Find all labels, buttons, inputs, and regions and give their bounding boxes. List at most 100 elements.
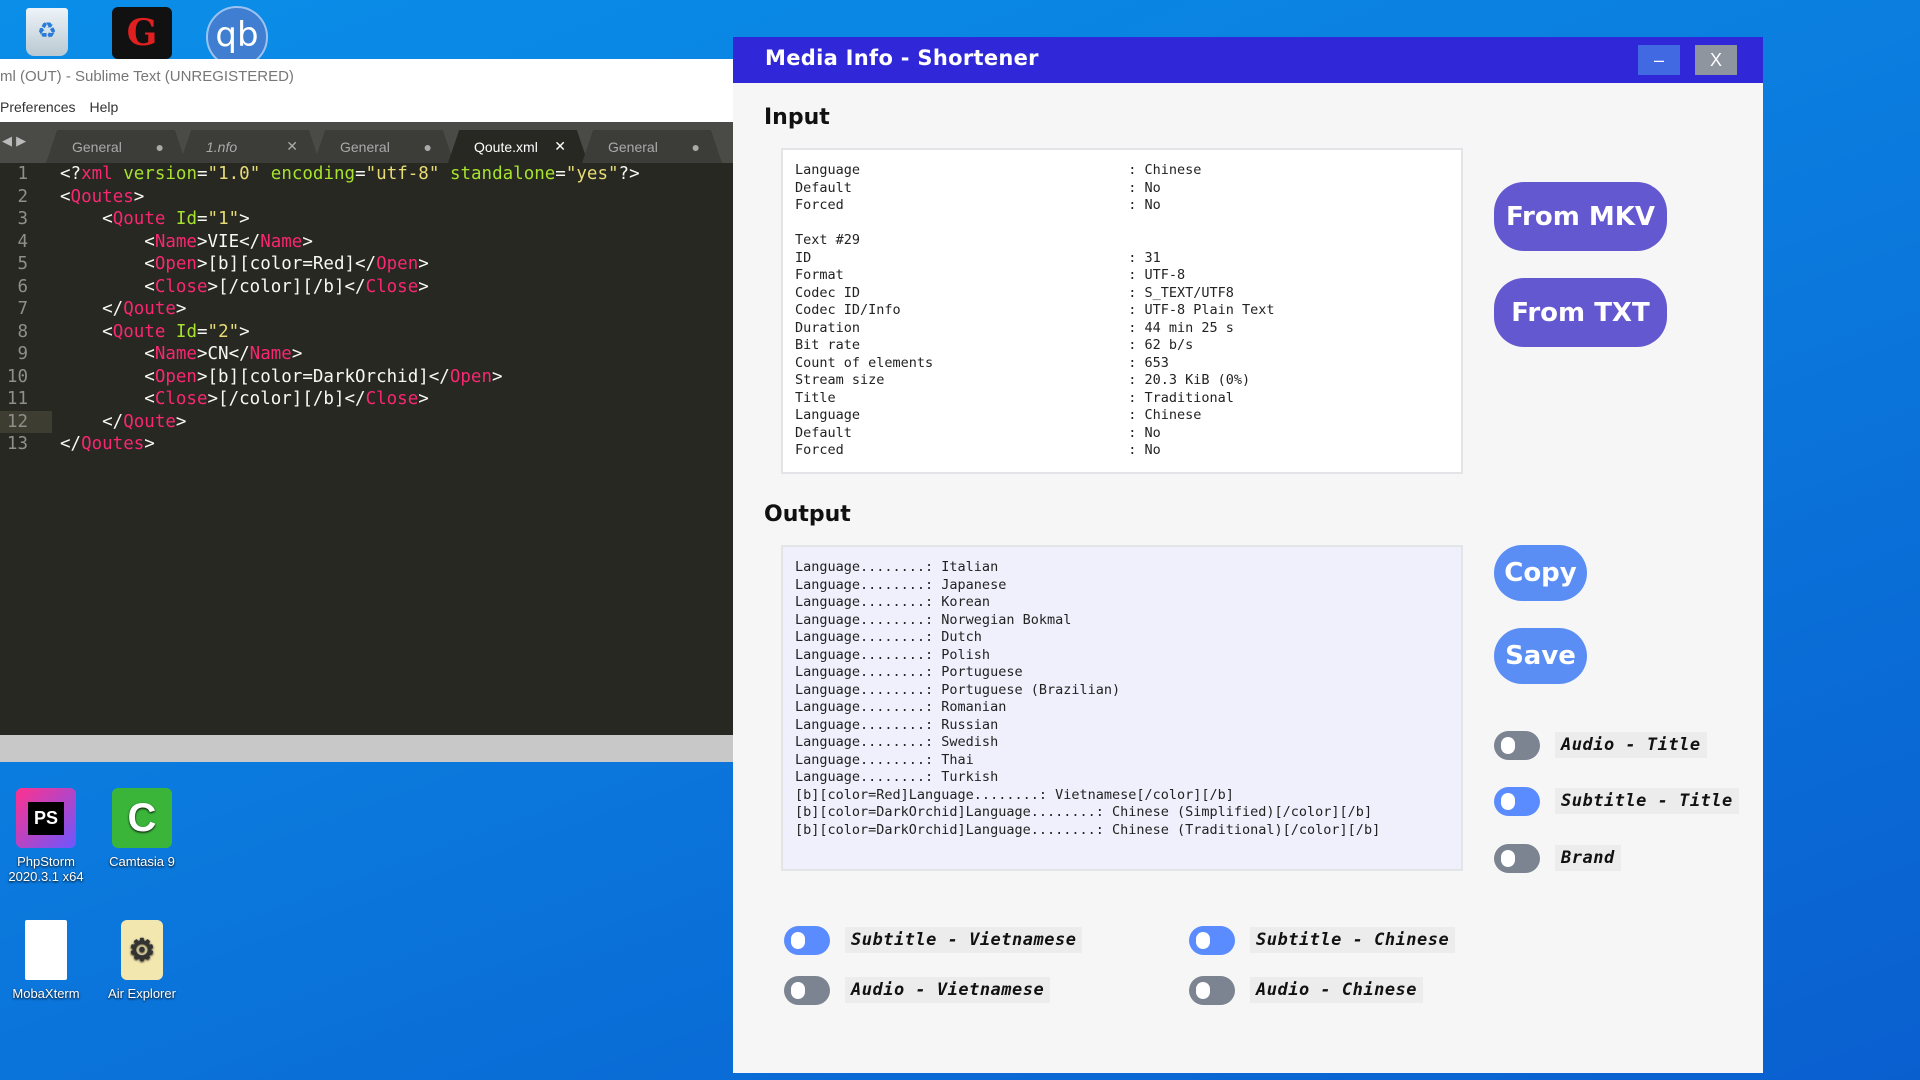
desktop-icon-phpstorm[interactable]: PS PhpStorm 2020.3.1 x64	[1, 788, 91, 884]
code-token: "1"	[207, 209, 240, 229]
code-token: >[/color][/b]</	[207, 389, 366, 409]
desktop-icon-mobaxterm[interactable]: MobaXterm	[1, 920, 91, 1001]
tab-general[interactable]: General ●	[46, 130, 186, 163]
code-token: "utf-8"	[365, 164, 440, 184]
unsaved-dot-icon[interactable]: ●	[692, 139, 700, 155]
unsaved-dot-icon[interactable]: ●	[424, 139, 432, 155]
code-token: xml	[81, 164, 113, 184]
air-explorer-icon: ⚙	[121, 920, 163, 980]
icon-label: Camtasia 9	[109, 854, 175, 869]
tab-label: Qoute.xml	[474, 138, 538, 155]
code-token: >[b][color=DarkOrchid]</	[196, 366, 450, 387]
code-token: Qoute	[112, 209, 166, 229]
code-token: "yes"	[565, 164, 619, 184]
tab-scroll-arrows-icon[interactable]: ◀ ▶	[2, 134, 26, 149]
icon-label: MobaXterm	[12, 986, 80, 1001]
toggle-audio-title[interactable]	[1494, 731, 1540, 760]
unsaved-dot-icon[interactable]: ●	[156, 139, 164, 155]
code-token: Qoute	[123, 411, 176, 432]
line-number: 10	[6, 366, 28, 387]
code-token: >	[492, 366, 503, 387]
app-title: Media Info - Shortener	[765, 46, 1039, 70]
tab-1-nfo[interactable]: 1.nfo ✕	[180, 130, 320, 163]
code-line: <Close>[/color][/b]</Close>	[60, 276, 429, 299]
code-token: =	[197, 321, 208, 342]
code-token: >	[291, 344, 303, 364]
code-token: Name	[249, 344, 292, 364]
from-txt-button[interactable]: From TXT	[1494, 278, 1667, 347]
code-token: >	[239, 321, 250, 342]
icon-label: PhpStorm 2020.3.1 x64	[8, 854, 84, 884]
code-token: Close	[154, 389, 208, 409]
code-token: >VIE</	[196, 231, 261, 252]
code-token: >CN</	[196, 344, 250, 364]
toggle-audio-vietnamese[interactable]	[784, 976, 830, 1005]
code-token: <	[60, 321, 113, 342]
close-button[interactable]: X	[1695, 45, 1737, 75]
close-tab-icon[interactable]: ✕	[286, 138, 298, 155]
code-line: </Qoute>	[60, 298, 186, 321]
code-token: encoding	[270, 164, 356, 184]
toggle-label-subtitle-vietnamese: Subtitle - Vietnamese	[845, 927, 1083, 953]
code-token: Qoute	[112, 321, 166, 342]
recycle-bin-icon[interactable]: ♻	[26, 8, 68, 56]
line-number: 6	[17, 276, 28, 297]
code-line: <Qoutes>	[60, 186, 144, 209]
status-bar	[0, 735, 733, 762]
sublime-text-window: ml (OUT) - Sublime Text (UNREGISTERED) P…	[0, 59, 733, 762]
desktop-icon-camtasia[interactable]: C Camtasia 9	[97, 788, 187, 869]
garena-icon[interactable]: G	[112, 7, 172, 59]
code-line: <Qoute Id="2">	[60, 321, 250, 344]
menu-help[interactable]: Help	[89, 99, 118, 122]
close-tab-icon[interactable]: ✕	[554, 138, 566, 155]
code-token: <	[60, 344, 155, 364]
from-mkv-button[interactable]: From MKV	[1494, 182, 1667, 251]
code-token: <	[60, 276, 155, 297]
line-number: 12	[0, 410, 52, 433]
line-number: 3	[17, 209, 28, 229]
code-token: Name	[260, 231, 303, 252]
code-line: </Qoute>	[60, 411, 186, 434]
tab-bar: ◀ ▶ General ● 1.nfo ✕ General ● Qoute.xml ✕ Gene…	[0, 122, 733, 163]
code-token: >	[133, 186, 145, 207]
code-token: =	[197, 164, 208, 184]
code-token: <	[60, 366, 155, 387]
code-token: >[/color][/b]</	[207, 276, 366, 297]
menu-bar: Preferences Help	[0, 96, 733, 122]
copy-button[interactable]: Copy	[1494, 545, 1587, 601]
code-token: Name	[154, 231, 197, 252]
code-line: <Name>VIE</Name>	[60, 231, 313, 254]
minimize-button[interactable]: –	[1638, 45, 1680, 75]
toggle-subtitle-chinese[interactable]	[1189, 926, 1235, 955]
desktop-icon-air-explorer[interactable]: ⚙ Air Explorer	[97, 920, 187, 1001]
input-textbox[interactable]: Language : Chinese Default : No Forced :…	[781, 148, 1463, 474]
line-number: 4	[17, 231, 28, 252]
code-line: <?xml version="1.0" encoding="utf-8" sta…	[60, 163, 640, 186]
code-token: "2"	[207, 321, 240, 342]
code-token: Close	[154, 276, 208, 297]
menu-preferences[interactable]: Preferences	[0, 99, 75, 122]
code-token: <	[60, 389, 155, 409]
code-token: >	[239, 209, 250, 229]
input-heading: Input	[764, 105, 830, 130]
window-title: ml (OUT) - Sublime Text (UNREGISTERED)	[0, 59, 733, 96]
tab-general[interactable]: General ●	[582, 130, 722, 163]
code-token: Qoutes	[70, 186, 134, 207]
toggle-subtitle-vietnamese[interactable]	[784, 926, 830, 955]
code-line: <Name>CN</Name>	[60, 343, 302, 366]
code-token: >[b][color=Red]</	[196, 254, 377, 274]
output-heading: Output	[764, 502, 851, 527]
code-token: =	[197, 209, 208, 229]
tab-qoute-xml[interactable]: Qoute.xml ✕	[448, 130, 588, 163]
toggle-audio-chinese[interactable]	[1189, 976, 1235, 1005]
toggle-subtitle-title[interactable]	[1494, 787, 1540, 816]
tab-general[interactable]: General ●	[314, 130, 454, 163]
code-line: <Open>[b][color=Red]</Open>	[60, 253, 429, 276]
toggle-brand[interactable]	[1494, 844, 1540, 873]
code-token: =	[555, 164, 566, 184]
line-number: 11	[6, 389, 28, 409]
output-textbox[interactable]: Language........: Italian Language......…	[781, 545, 1463, 871]
save-button[interactable]: Save	[1494, 628, 1587, 684]
